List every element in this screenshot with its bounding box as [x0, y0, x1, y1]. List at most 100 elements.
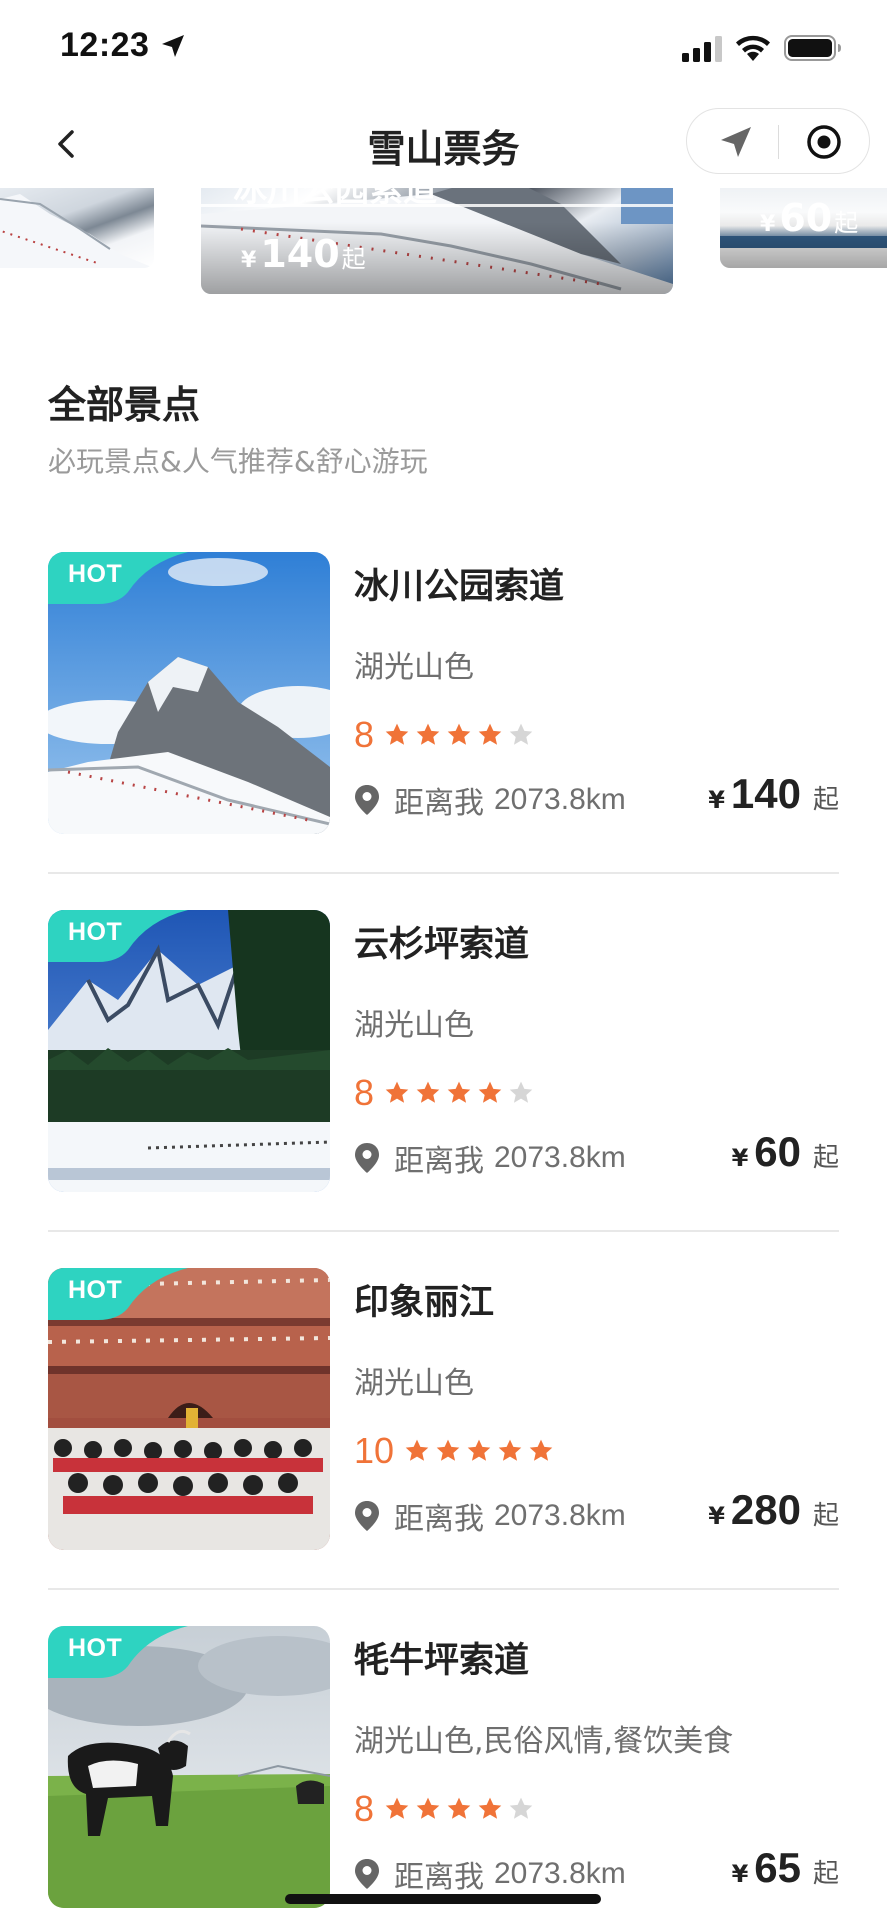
spot-tags: 湖光山色: [354, 1366, 474, 1401]
navigation-arrow-icon[interactable]: [717, 123, 755, 161]
spot-name[interactable]: 云杉坪索道: [354, 916, 529, 967]
spot-list-item[interactable]: HOT 云杉坪索道 湖光山色 8 距离我 2073.8km ¥60 起: [48, 910, 839, 1196]
spot-thumbnail[interactable]: HOT: [48, 1268, 330, 1550]
capsule-divider: [778, 125, 779, 159]
spot-list-item[interactable]: HOT 印象丽江 湖光山色 10 距离我 2073.8km ¥280 起: [48, 1268, 839, 1554]
battery-icon: [784, 35, 841, 61]
spot-name[interactable]: 印象丽江: [354, 1274, 494, 1325]
distance-value: 2073.8km: [494, 1141, 626, 1174]
location-pin-icon: [355, 1501, 379, 1531]
cellular-signal-icon: [682, 36, 722, 62]
currency-symbol: ¥: [731, 1144, 749, 1172]
star-empty-icon: [509, 723, 533, 745]
price-suffix: 起: [812, 1143, 839, 1173]
spot-price: ¥65 起: [732, 1844, 839, 1892]
spot-price: ¥140 起: [708, 770, 839, 818]
star-filled-icon: [447, 1797, 471, 1819]
hot-badge-label: HOT: [68, 918, 123, 946]
distance-value: 2073.8km: [494, 1857, 626, 1890]
price-value: 60: [754, 1128, 801, 1175]
star-filled-icon: [385, 1797, 409, 1819]
distance-label: 距离我: [394, 1860, 484, 1895]
star-filled-icon: [478, 1081, 502, 1103]
currency-symbol: ¥: [241, 248, 257, 273]
spot-tags: 湖光山色: [354, 650, 474, 685]
section-subtitle: 必玩景点&人气推荐&舒心游玩: [48, 445, 428, 478]
distance-value: 2073.8km: [494, 1499, 626, 1532]
price-suffix: 起: [812, 1859, 839, 1889]
distance: 距离我 2073.8km: [354, 1494, 626, 1538]
price-suffix: 起: [834, 209, 859, 237]
location-services-icon: [162, 35, 184, 57]
status-bar: 12:23: [0, 0, 887, 100]
rating: 8: [354, 1786, 539, 1832]
star-rating: [384, 1796, 539, 1822]
star-empty-icon: [509, 1797, 533, 1819]
banner-price: ¥140起: [241, 232, 366, 276]
star-filled-icon: [405, 1439, 429, 1461]
spot-list-item[interactable]: HOT 冰川公园索道 湖光山色 8 距离我 2073.8km ¥140 起: [48, 552, 839, 838]
price-value: 140: [730, 770, 801, 817]
list-divider: [48, 872, 839, 874]
spot-price: ¥60 起: [732, 1128, 839, 1176]
rating-score: 8: [354, 1788, 375, 1829]
hot-badge-label: HOT: [68, 1634, 123, 1662]
status-time: 12:23: [60, 26, 150, 64]
location-pin-icon: [355, 785, 379, 815]
location-pin-icon: [355, 1859, 379, 1889]
rating-score: 8: [354, 714, 375, 755]
navigation-bar: 雪山票务: [0, 100, 887, 188]
spot-thumbnail[interactable]: HOT: [48, 1626, 330, 1908]
mini-program-capsule: [686, 108, 870, 174]
close-target-icon[interactable]: [805, 123, 843, 161]
distance-value: 2073.8km: [494, 783, 626, 816]
banner-card-previous[interactable]: [0, 188, 154, 268]
star-rating: [384, 1080, 539, 1106]
star-filled-icon: [436, 1439, 460, 1461]
price-suffix: 起: [812, 1501, 839, 1531]
section-title: 全部景点: [48, 383, 201, 427]
banner-title: 冰川公园索道: [233, 188, 437, 210]
currency-symbol: ¥: [731, 1860, 749, 1888]
rating-score: 10: [354, 1430, 395, 1471]
price-value: 65: [754, 1844, 801, 1891]
price-suffix: 起: [812, 785, 839, 815]
star-rating: [384, 722, 539, 748]
distance: 距离我 2073.8km: [354, 778, 626, 822]
banner-price-value: 140: [260, 232, 340, 276]
star-filled-icon: [385, 723, 409, 745]
spot-price: ¥280 起: [708, 1486, 839, 1534]
rating: 10: [354, 1428, 559, 1474]
home-indicator: [285, 1894, 601, 1904]
location-pin-icon: [355, 1143, 379, 1173]
star-filled-icon: [416, 723, 440, 745]
banner-card-next[interactable]: ¥60起: [720, 188, 887, 268]
spot-name[interactable]: 牦牛坪索道: [354, 1632, 529, 1683]
distance: 距离我 2073.8km: [354, 1852, 626, 1896]
hot-badge-label: HOT: [68, 560, 123, 588]
star-empty-icon: [509, 1081, 533, 1103]
banner-price-value: 60: [779, 196, 833, 240]
star-filled-icon: [467, 1439, 491, 1461]
currency-symbol: ¥: [760, 212, 776, 237]
spot-list-item[interactable]: HOT 牦牛坪索道 湖光山色,民俗风情,餐饮美食 8 距离我 2073.8km …: [48, 1626, 839, 1912]
star-filled-icon: [416, 1797, 440, 1819]
distance-label: 距离我: [394, 1502, 484, 1537]
rating-score: 8: [354, 1072, 375, 1113]
banner-carousel[interactable]: 冰川公园索道 ¥140起 ¥60起: [0, 188, 887, 298]
banner-card-active[interactable]: 冰川公园索道 ¥140起: [201, 188, 673, 294]
price-value: 280: [730, 1486, 801, 1533]
spot-name[interactable]: 冰川公园索道: [354, 558, 564, 609]
star-filled-icon: [529, 1439, 553, 1461]
distance-label: 距离我: [394, 1144, 484, 1179]
spot-thumbnail[interactable]: HOT: [48, 552, 330, 834]
currency-symbol: ¥: [708, 786, 725, 814]
banner-image: [0, 194, 154, 268]
star-filled-icon: [478, 1797, 502, 1819]
wifi-icon: [736, 35, 770, 61]
star-filled-icon: [447, 1081, 471, 1103]
star-filled-icon: [447, 723, 471, 745]
list-divider: [48, 1588, 839, 1590]
distance-label: 距离我: [394, 786, 484, 821]
spot-thumbnail[interactable]: HOT: [48, 910, 330, 1192]
